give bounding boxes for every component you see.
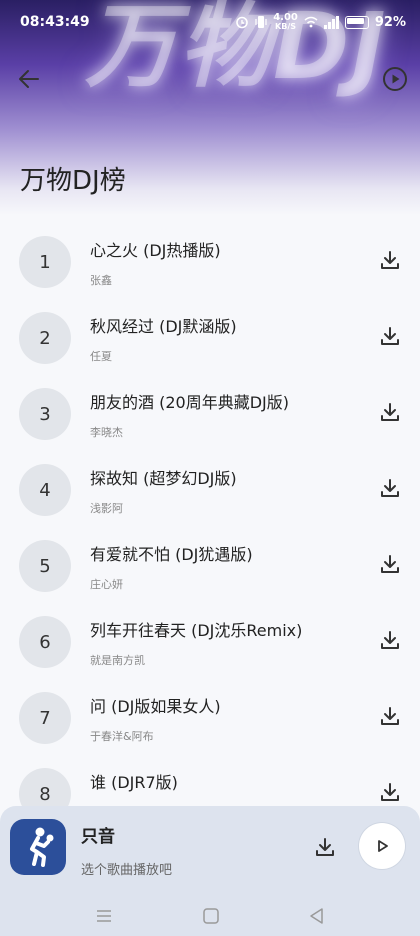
net-speed: 4.00 KB/S <box>273 12 298 31</box>
player-download-icon[interactable] <box>313 835 337 859</box>
download-icon[interactable] <box>378 780 402 804</box>
download-icon[interactable] <box>378 476 402 500</box>
song-title: 探故知 (超梦幻DJ版) <box>90 469 237 488</box>
song-title: 问 (DJ版如果女人) <box>90 697 221 716</box>
wifi-icon <box>304 16 318 28</box>
mini-player[interactable]: 只音 选个歌曲播放吧 <box>0 806 420 896</box>
song-row[interactable]: 6 列车开往春天 (DJ沈乐Remix) 就是南方凯 <box>0 612 420 688</box>
rank-badge: 7 <box>19 692 71 744</box>
song-title: 列车开往春天 (DJ沈乐Remix) <box>90 621 303 640</box>
song-row[interactable]: 1 心之火 (DJ热播版) 张鑫 <box>0 232 420 308</box>
song-artist: 浅影阿 <box>90 502 123 515</box>
download-icon[interactable] <box>378 400 402 424</box>
album-cover[interactable] <box>10 819 66 875</box>
back-nav-icon[interactable] <box>307 906 327 926</box>
rank-badge: 1 <box>19 236 71 288</box>
status-time: 08:43:49 <box>20 14 90 30</box>
vibrate-icon <box>255 16 267 28</box>
song-artist: 就是南方凯 <box>90 654 145 667</box>
page-title: 万物DJ榜 <box>20 166 126 196</box>
rank-badge: 5 <box>19 540 71 592</box>
battery-icon <box>344 15 369 29</box>
song-artist: 张鑫 <box>90 274 112 287</box>
song-row[interactable]: 4 探故知 (超梦幻DJ版) 浅影阿 <box>0 460 420 536</box>
rank-badge: 3 <box>19 388 71 440</box>
menu-icon[interactable] <box>94 906 114 926</box>
song-row[interactable]: 7 问 (DJ版如果女人) 于春洋&阿布 <box>0 688 420 764</box>
song-title: 朋友的酒 (20周年典藏DJ版) <box>90 393 289 412</box>
song-title: 秋风经过 (DJ默涵版) <box>90 317 237 336</box>
song-title: 有爱就不怕 (DJ犹遇版) <box>90 545 253 564</box>
home-icon[interactable] <box>201 906 221 926</box>
rank-badge: 4 <box>19 464 71 516</box>
song-artist: 于春洋&阿布 <box>90 730 154 743</box>
battery-percent: 92% <box>374 14 406 30</box>
signal-icon <box>323 15 339 29</box>
song-row[interactable]: 3 朋友的酒 (20周年典藏DJ版) 李晓杰 <box>0 384 420 460</box>
back-button[interactable] <box>16 66 42 92</box>
download-icon[interactable] <box>378 552 402 576</box>
player-subtitle: 选个歌曲播放吧 <box>81 863 173 878</box>
status-icons: 4.00 KB/S 92% <box>235 13 406 31</box>
download-icon[interactable] <box>378 704 402 728</box>
song-artist: 李晓杰 <box>90 426 123 439</box>
song-artist: 庄心妍 <box>90 578 123 591</box>
rank-badge: 6 <box>19 616 71 668</box>
song-list: 1 心之火 (DJ热播版) 张鑫 2 秋风经过 (DJ默涵版) 任夏 3 朋友的… <box>0 232 420 840</box>
alarm-icon <box>236 16 248 29</box>
song-row[interactable]: 2 秋风经过 (DJ默涵版) 任夏 <box>0 308 420 384</box>
song-title: 心之火 (DJ热播版) <box>90 241 221 260</box>
download-icon[interactable] <box>378 324 402 348</box>
song-row[interactable]: 5 有爱就不怕 (DJ犹遇版) 庄心妍 <box>0 536 420 612</box>
song-artist: 任夏 <box>90 350 112 363</box>
download-icon[interactable] <box>378 628 402 652</box>
player-title: 只音 <box>81 827 115 847</box>
play-icon <box>378 840 388 852</box>
song-title: 谁 (DJR7版) <box>90 773 178 792</box>
download-icon[interactable] <box>378 248 402 272</box>
system-nav-bar <box>0 896 420 936</box>
player-play-button[interactable] <box>359 823 405 869</box>
rank-badge: 2 <box>19 312 71 364</box>
status-bar: 08:43:49 4.00 KB/S 92% <box>0 0 420 44</box>
play-all-button[interactable] <box>382 66 408 92</box>
basketball-player-icon <box>30 827 54 867</box>
